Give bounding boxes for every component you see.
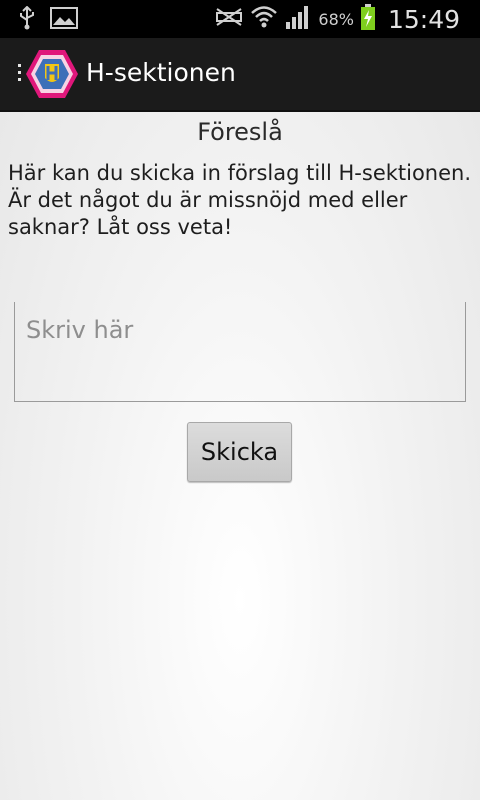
image-icon <box>50 6 78 34</box>
clock: 15:49 <box>387 4 460 34</box>
mute-icon <box>214 6 244 32</box>
battery-percent: 68% <box>318 9 354 29</box>
intro-text: Här kan du skicka in förslag till H-sekt… <box>8 161 472 239</box>
page-title: Föreslå <box>197 118 283 146</box>
status-bar: 68% 15:49 <box>0 0 480 38</box>
navigation-drawer-icon[interactable] <box>18 64 22 84</box>
suggestion-input[interactable] <box>14 302 466 402</box>
usb-icon <box>18 5 36 34</box>
action-bar: H-sektionen <box>0 38 480 112</box>
app-logo-icon[interactable] <box>24 46 80 102</box>
app-title: H-sektionen <box>86 58 236 87</box>
send-button[interactable]: Skicka <box>187 422 292 482</box>
battery-charging-icon <box>360 3 376 35</box>
wifi-icon <box>250 4 278 34</box>
signal-icon <box>284 4 312 34</box>
